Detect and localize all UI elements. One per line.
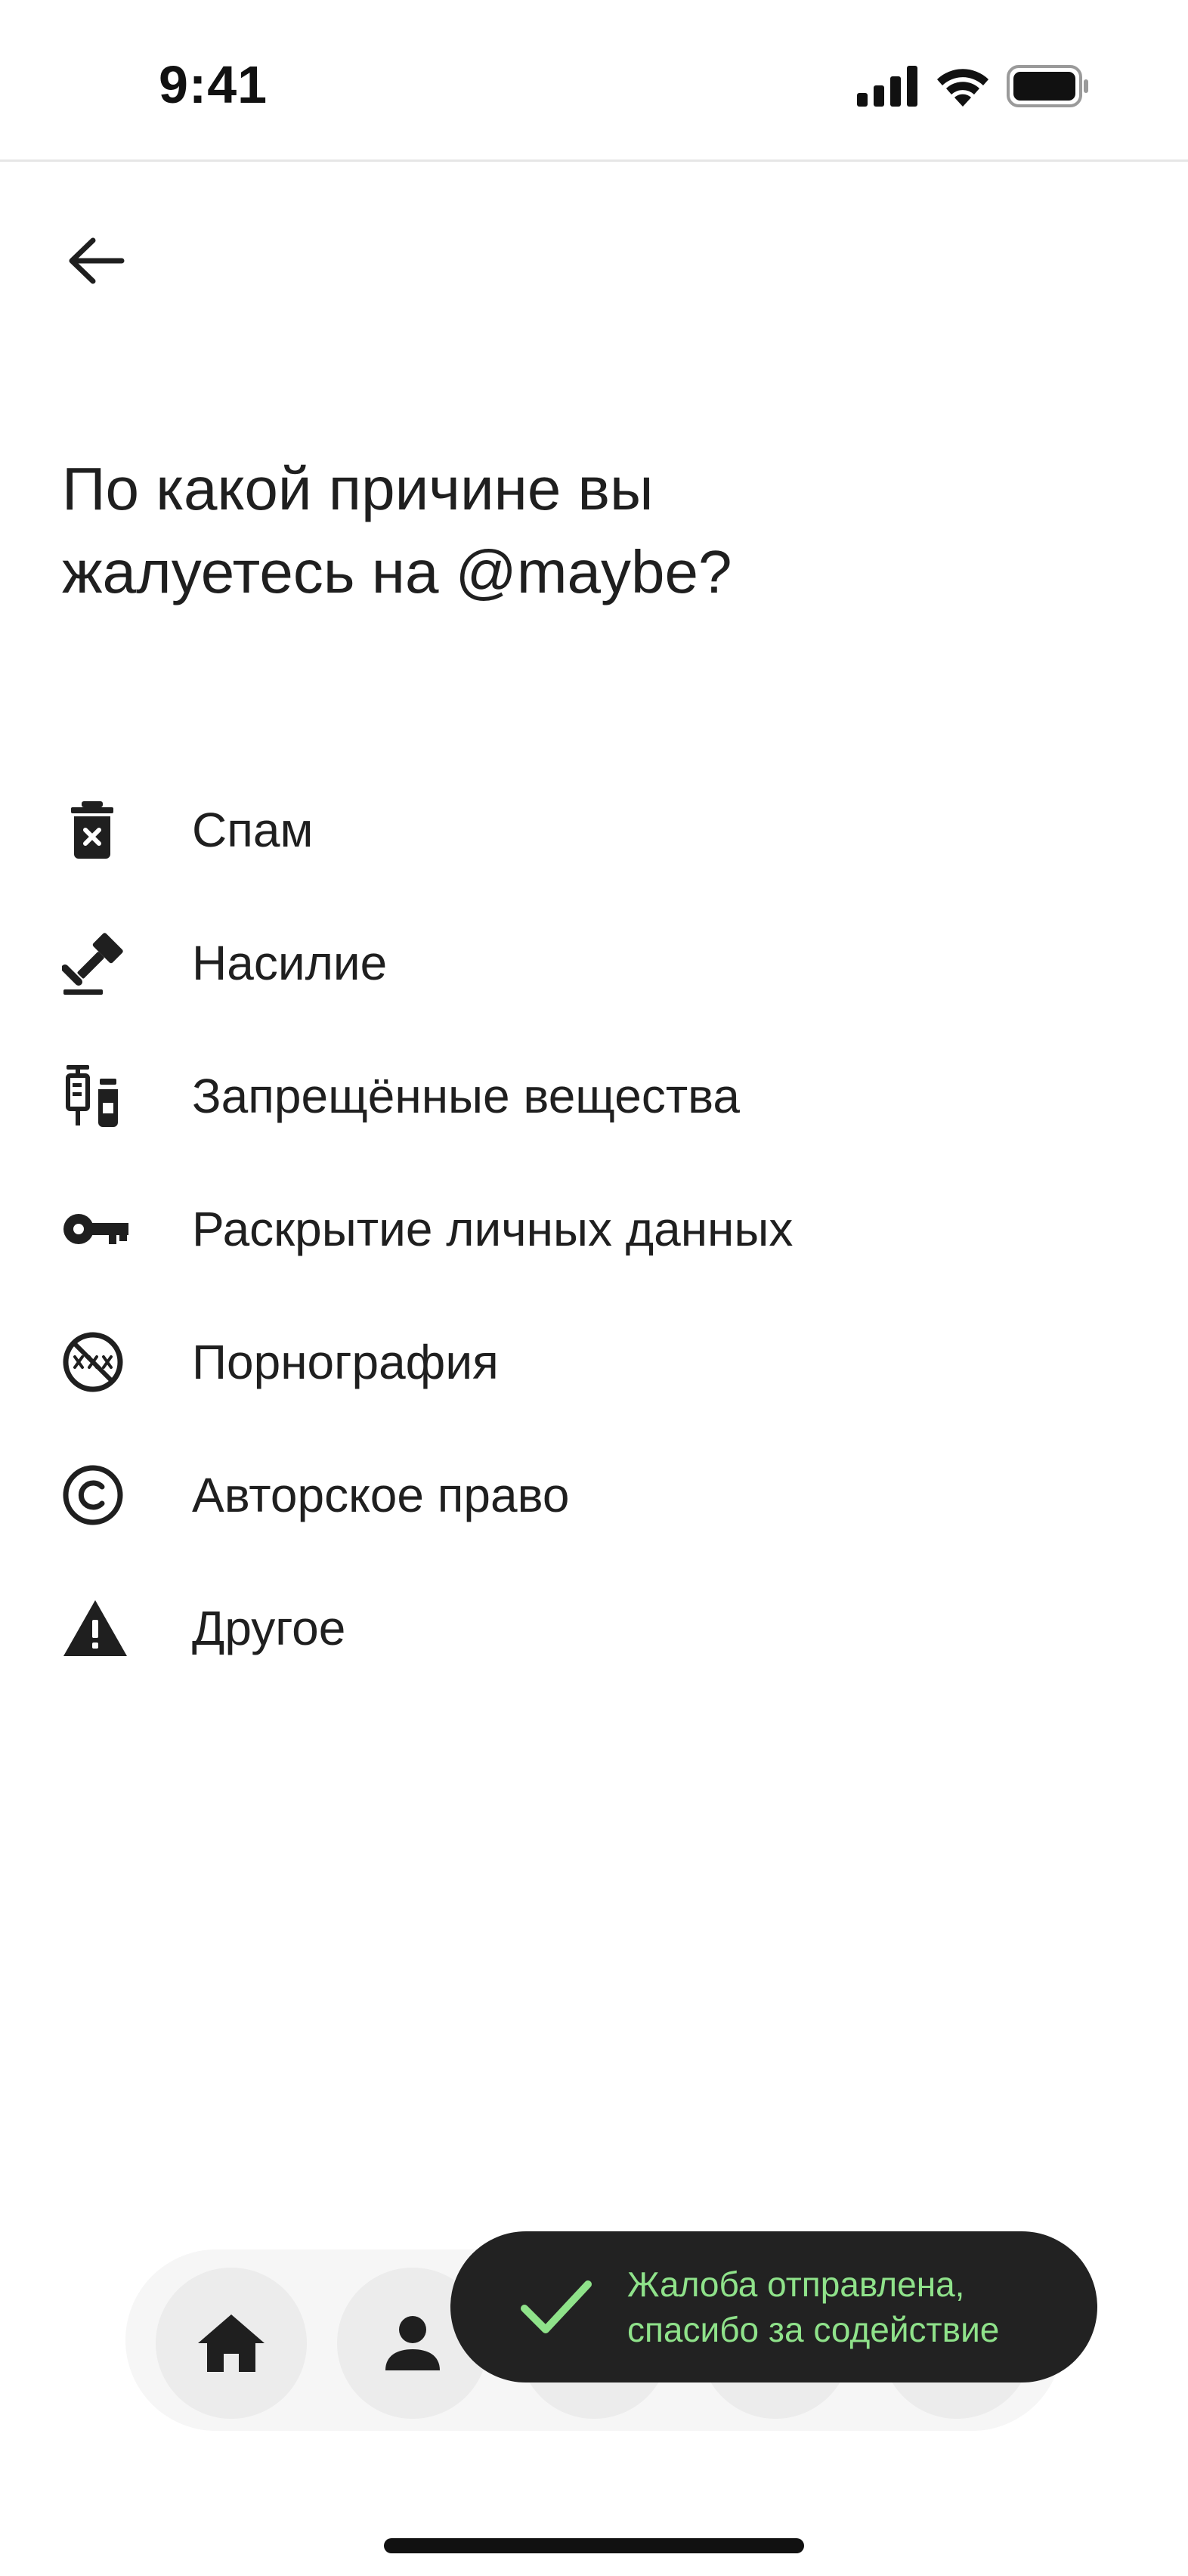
status-time: 9:41 [159,55,268,114]
reason-label: Другое [192,1601,346,1655]
page-title-line1: По какой причине вы [62,455,654,522]
reason-label: Запрещённые вещества [192,1069,740,1123]
page-title: По какой причине вы жалуетесь на @maybe? [62,447,1044,614]
xxx-forbidden-icon [62,1327,133,1398]
reason-copyright[interactable]: Авторское право [62,1429,1128,1562]
reason-list: Спам Насилие Запрещённые вещества Раскры… [62,763,1128,1695]
reason-label: Раскрытие личных данных [192,1202,794,1256]
reason-drugs[interactable]: Запрещённые вещества [62,1029,1128,1163]
syringe-vial-icon [62,1060,133,1132]
reason-spam[interactable]: Спам [62,763,1128,896]
reason-label: Порнография [192,1335,499,1389]
trash-x-icon [62,794,133,865]
toast-message: Жалоба отправлена, спасибо за содействие [627,2262,1050,2352]
warning-icon [62,1593,133,1664]
reason-personal-data[interactable]: Раскрытие личных данных [62,1163,1128,1296]
check-icon [520,2269,596,2345]
profile-icon [385,2316,440,2370]
reason-label: Авторское право [192,1468,570,1522]
wifi-icon [937,69,988,107]
success-toast: Жалоба отправлена, спасибо за содействие [450,2231,1097,2382]
status-bar: 9:41 [0,0,1188,162]
status-icons [857,65,1090,107]
reason-label: Спам [192,803,314,857]
toast-line1: Жалоба отправлена, [627,2265,965,2304]
back-button[interactable] [62,227,130,295]
toast-line2: спасибо за содействие [627,2310,1000,2349]
key-icon [62,1194,133,1265]
reason-violence[interactable]: Насилие [62,896,1128,1029]
home-indicator[interactable] [384,2538,804,2553]
home-icon [198,2314,265,2372]
reason-label: Насилие [192,936,388,990]
battery-icon [1007,65,1088,107]
page-title-line2: жалуетесь на @maybe? [62,538,732,605]
nav-home-button[interactable] [156,2268,307,2419]
gavel-icon [62,927,133,999]
reason-other[interactable]: Другое [62,1562,1128,1695]
reason-pornography[interactable]: Порнография [62,1296,1128,1429]
arrow-left-icon [69,237,125,284]
cellular-signal-icon [857,66,917,107]
copyright-icon [62,1460,133,1531]
